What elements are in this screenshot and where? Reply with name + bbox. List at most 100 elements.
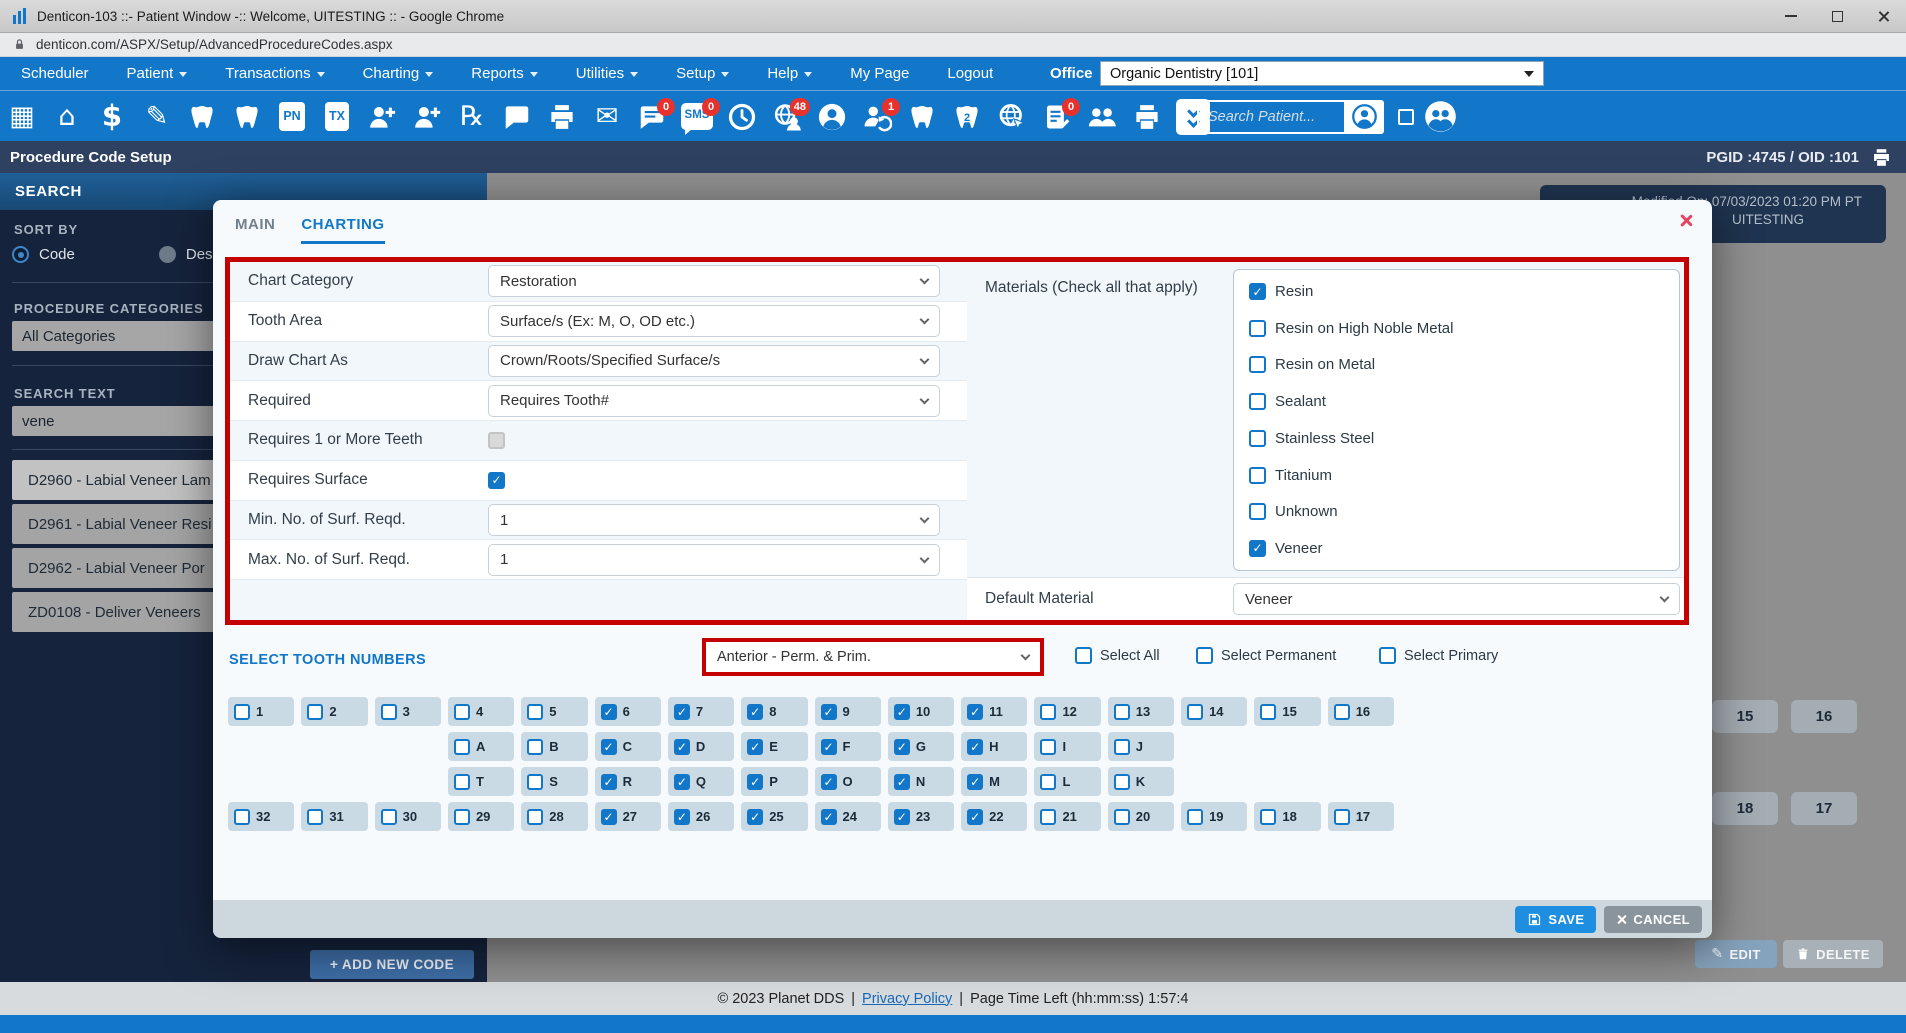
pn-form-icon[interactable]: PN — [276, 99, 308, 135]
select-tooth-area[interactable]: Surface/s (Ex: M, O, OD etc.) — [488, 305, 940, 337]
privacy-policy-link[interactable]: Privacy Policy — [862, 991, 952, 1007]
tasks-icon[interactable]: 0 — [1041, 99, 1073, 135]
nav-item-scheduler[interactable]: Scheduler — [2, 57, 108, 90]
tooth-s[interactable]: S — [521, 767, 587, 796]
select-all-checkbox[interactable] — [1075, 647, 1092, 664]
nav-item-utilities[interactable]: Utilities — [557, 57, 657, 90]
checkbox-tooth-7[interactable] — [674, 704, 690, 720]
nav-item-transactions[interactable]: Transactions — [206, 57, 343, 90]
checkbox-tooth-16[interactable] — [1334, 704, 1350, 720]
checkbox-unknown[interactable] — [1249, 503, 1266, 520]
search-patient-input[interactable] — [1197, 100, 1344, 134]
web-access-icon[interactable] — [996, 99, 1028, 135]
checkbox-sealant[interactable] — [1249, 393, 1266, 410]
close-dialog-icon[interactable] — [1678, 212, 1694, 228]
messages-icon[interactable]: 0 — [636, 99, 668, 135]
tooth-10[interactable]: 10 — [888, 697, 954, 726]
checkbox-tooth-20[interactable] — [1114, 809, 1130, 825]
tooth-27[interactable]: 27 — [595, 802, 661, 831]
nav-item-logout[interactable]: Logout — [928, 57, 1012, 90]
checkbox-tooth-d[interactable] — [674, 739, 690, 755]
tooth-o[interactable]: O — [815, 767, 881, 796]
checkbox-tooth-12[interactable] — [1040, 704, 1056, 720]
nav-item-charting[interactable]: Charting — [344, 57, 453, 90]
checkbox-tooth-p[interactable] — [747, 774, 763, 790]
tooth-9[interactable]: 9 — [815, 697, 881, 726]
tooth-24[interactable]: 24 — [815, 802, 881, 831]
add-family-icon[interactable] — [411, 99, 443, 135]
checkbox-tooth-32[interactable] — [234, 809, 250, 825]
select-draw-chart-as[interactable]: Crown/Roots/Specified Surface/s — [488, 345, 940, 377]
checkbox-tooth-t[interactable] — [454, 774, 470, 790]
nav-item-setup[interactable]: Setup — [657, 57, 748, 90]
tooth-chart-icon[interactable] — [906, 99, 938, 135]
tooth-a[interactable]: A — [448, 732, 514, 761]
restorative-chart-icon[interactable] — [186, 99, 218, 135]
perio-chart-icon[interactable] — [231, 99, 263, 135]
tx-form-icon[interactable]: TX — [321, 99, 353, 135]
checkbox-tooth-17[interactable] — [1334, 809, 1350, 825]
checkbox-tooth-30[interactable] — [381, 809, 397, 825]
tooth-b[interactable]: B — [521, 732, 587, 761]
tooth-j[interactable]: J — [1108, 732, 1174, 761]
home-icon[interactable]: ⌂ — [51, 99, 83, 135]
close-window-button[interactable] — [1860, 0, 1906, 32]
tooth-16[interactable]: 16 — [1328, 697, 1394, 726]
tooth-13[interactable]: 13 — [1108, 697, 1174, 726]
cancel-button[interactable]: CANCEL — [1604, 906, 1702, 933]
checkbox-tooth-4[interactable] — [454, 704, 470, 720]
checkbox-resin-on-high-noble-metal[interactable] — [1249, 320, 1266, 337]
checkbox-resin[interactable] — [1249, 283, 1266, 300]
tab-main[interactable]: MAIN — [235, 216, 275, 244]
tooth-p[interactable]: P — [741, 767, 807, 796]
staff-icon[interactable] — [1086, 99, 1118, 135]
maximize-button[interactable] — [1814, 0, 1860, 32]
address-bar[interactable]: denticon.com/ASPX/Setup/AdvancedProcedur… — [0, 33, 1906, 57]
tooth-h[interactable]: H — [961, 732, 1027, 761]
tooth-26[interactable]: 26 — [668, 802, 734, 831]
tooth-29[interactable]: 29 — [448, 802, 514, 831]
tooth-14[interactable]: 14 — [1181, 697, 1247, 726]
tooth-6[interactable]: 6 — [595, 697, 661, 726]
checkbox-tooth-18[interactable] — [1260, 809, 1276, 825]
checkbox-tooth-2[interactable] — [307, 704, 323, 720]
minimize-button[interactable] — [1768, 0, 1814, 32]
checkbox-tooth-21[interactable] — [1040, 809, 1056, 825]
checkbox-tooth-k[interactable] — [1114, 774, 1130, 790]
payments-icon[interactable]: $ — [96, 99, 128, 135]
print-icon[interactable] — [1131, 99, 1163, 135]
tooth-19[interactable]: 19 — [1181, 802, 1247, 831]
checkbox-tooth-m[interactable] — [967, 774, 983, 790]
family-search-button[interactable] — [1423, 99, 1458, 134]
tooth-8[interactable]: 8 — [741, 697, 807, 726]
tooth-area-select[interactable]: Anterior - Perm. & Prim. — [706, 642, 1040, 672]
nav-item-patient[interactable]: Patient — [108, 57, 207, 90]
patient-portal-icon[interactable] — [816, 99, 848, 135]
checkbox-tooth-14[interactable] — [1187, 704, 1203, 720]
tooth-f[interactable]: F — [815, 732, 881, 761]
checkbox-tooth-l[interactable] — [1040, 774, 1056, 790]
tooth-4[interactable]: 4 — [448, 697, 514, 726]
checkbox-tooth-o[interactable] — [821, 774, 837, 790]
print-page-icon[interactable] — [1871, 147, 1892, 168]
tooth-5[interactable]: 5 — [521, 697, 587, 726]
checkbox-stainless-steel[interactable] — [1249, 430, 1266, 447]
online-users-icon[interactable]: 48 — [771, 99, 803, 135]
tooth-23[interactable]: 23 — [888, 802, 954, 831]
checkbox-tooth-13[interactable] — [1114, 704, 1130, 720]
progress-notes-icon[interactable]: ✎ — [141, 99, 173, 135]
tooth-21[interactable]: 21 — [1034, 802, 1100, 831]
checkbox-tooth-5[interactable] — [527, 704, 543, 720]
checkbox-tooth-28[interactable] — [527, 809, 543, 825]
tooth-c[interactable]: C — [595, 732, 661, 761]
fax-icon[interactable] — [546, 99, 578, 135]
tooth-e[interactable]: E — [741, 732, 807, 761]
checkbox-tooth-24[interactable] — [821, 809, 837, 825]
checkbox-tooth-15[interactable] — [1260, 704, 1276, 720]
tooth-t[interactable]: T — [448, 767, 514, 796]
tooth-i[interactable]: I — [1034, 732, 1100, 761]
office-select[interactable]: Organic Dentistry [101] — [1100, 61, 1544, 86]
checkbox-tooth-n[interactable] — [894, 774, 910, 790]
nav-item-help[interactable]: Help — [748, 57, 831, 90]
checkbox-tooth-c[interactable] — [601, 739, 617, 755]
